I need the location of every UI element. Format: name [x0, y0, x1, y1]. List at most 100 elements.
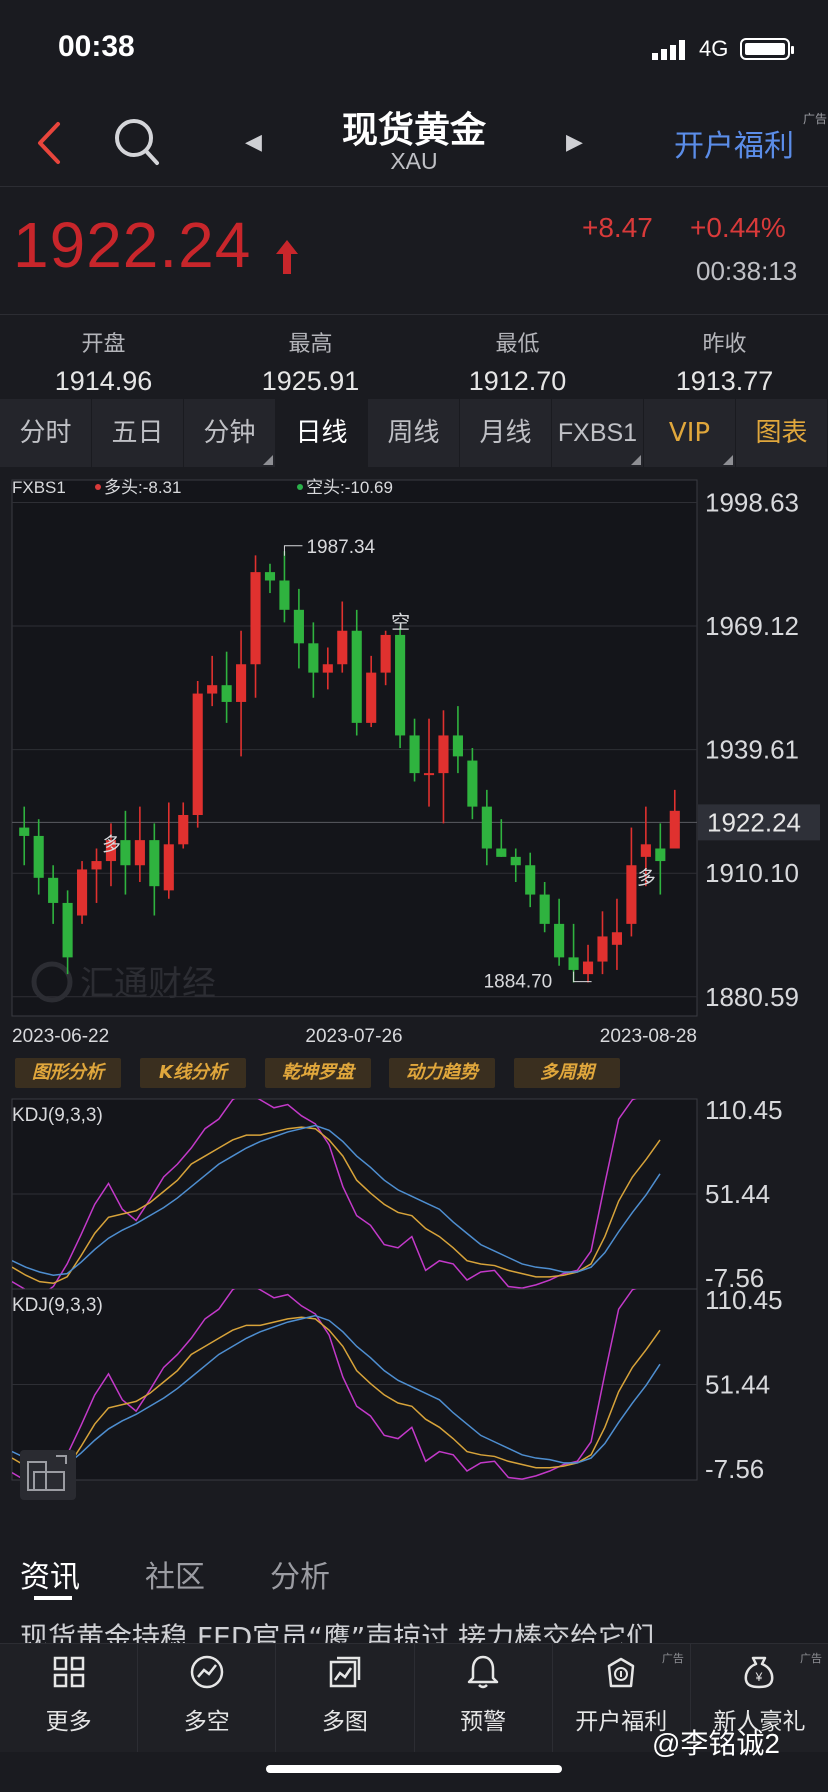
- candle-body: [134, 840, 145, 866]
- y-tick-label: -7.56: [705, 1454, 764, 1484]
- tab-chart[interactable]: 图表: [736, 399, 828, 467]
- tab-five-day[interactable]: 五日: [92, 399, 184, 467]
- candle-body: [496, 848, 507, 857]
- ad-tag: 广告: [800, 1652, 823, 1665]
- candle-body: [48, 877, 59, 903]
- candle-body: [395, 634, 406, 736]
- tab-fxbs1[interactable]: FXBS1: [552, 399, 644, 467]
- candle-body: [33, 835, 44, 878]
- candle-body: [409, 735, 420, 774]
- x-tick-label: 2023-07-26: [305, 1026, 402, 1047]
- kdj-panel-2: 110.45 51.44 -7.56 KDJ(9,3,3): [11, 1285, 783, 1484]
- grid-icon: [53, 1656, 84, 1688]
- candle-body: [236, 664, 247, 702]
- candle-body: [380, 634, 391, 673]
- stat-value: 1913.77: [675, 366, 774, 396]
- current-price-label: 1922.24: [707, 807, 801, 837]
- dropdown-corner-icon: [263, 455, 273, 465]
- tab-news[interactable]: 资讯: [20, 1552, 80, 1596]
- candle-body: [62, 902, 73, 958]
- plot-frame: [11, 479, 698, 1017]
- price-change-pct: +0.44%: [690, 212, 786, 243]
- x-tick-label: 2023-08-28: [600, 1026, 697, 1047]
- candle-body: [192, 693, 203, 815]
- candle-body: [163, 844, 174, 891]
- multi-period-button[interactable]: 多周期: [514, 1058, 620, 1088]
- x-tick-label: 2023-06-22: [12, 1026, 109, 1047]
- home-indicator: [266, 1765, 562, 1773]
- compass-button[interactable]: 乾坤罗盘: [265, 1058, 371, 1088]
- user-watermark: @李铭诚2: [652, 1728, 780, 1759]
- candle-body: [178, 815, 189, 845]
- price-chart: 1998.63 1969.12 1939.61 1910.10 1880.59 1922.…: [11, 478, 820, 1047]
- tab-minute[interactable]: 分钟: [184, 399, 276, 467]
- candle-body: [568, 957, 579, 970]
- tab-label: 分钟: [203, 418, 256, 448]
- candle-body: [149, 840, 160, 887]
- candle-body: [525, 865, 536, 895]
- tab-community[interactable]: 社区: [145, 1552, 205, 1596]
- price-change: +8.47: [582, 212, 653, 243]
- network-label: 4G: [699, 36, 729, 61]
- alert-button[interactable]: 预警: [415, 1644, 553, 1752]
- open-account-link[interactable]: 开户福利: [674, 121, 794, 165]
- toolbar-label: 更多: [45, 1709, 92, 1735]
- tab-daily[interactable]: 日线: [276, 399, 368, 467]
- kline-analysis-button[interactable]: K线分析: [140, 1058, 246, 1088]
- candle-body: [120, 840, 131, 866]
- candle-body: [221, 685, 232, 702]
- multi-chart-button[interactable]: 多图: [276, 1644, 415, 1752]
- gift-bag-icon: [608, 1657, 635, 1688]
- long-short-button[interactable]: 多空: [138, 1644, 277, 1752]
- legend-entry: 空头:-10.69: [306, 478, 393, 497]
- up-arrow-icon: [276, 240, 298, 274]
- stat-label: 开盘: [81, 332, 126, 357]
- candle-body: [250, 572, 261, 665]
- signal-label: 空: [391, 611, 410, 633]
- stat-label: 最低: [495, 332, 540, 357]
- tab-analysis[interactable]: 分析: [270, 1552, 330, 1596]
- signal-label: 多: [102, 833, 121, 855]
- toolbar-label: 多空: [183, 1709, 230, 1735]
- candle-body: [337, 630, 348, 665]
- chart-area[interactable]: 1998.63 1969.12 1939.61 1910.10 1880.59 1922.…: [0, 467, 828, 1542]
- candle-body: [626, 865, 637, 924]
- tab-vip[interactable]: VIP: [644, 399, 736, 467]
- candle-body: [91, 861, 102, 870]
- battery-icon: [740, 38, 794, 60]
- low-annotation-label: 1884.70: [484, 972, 553, 993]
- stat-value: 1912.70: [468, 366, 567, 396]
- kdj-panel-1: 110.4551.44-7.56KDJ(9,3,3): [11, 1095, 783, 1293]
- multi-chart-icon: [329, 1656, 361, 1688]
- candle-body: [264, 572, 276, 581]
- indicator-label: FXBS1: [12, 478, 66, 497]
- bell-icon: [467, 1655, 499, 1689]
- legend-dot: [95, 484, 101, 490]
- chart-watermark: 汇通财经: [80, 965, 216, 1003]
- candle-body: [19, 827, 30, 836]
- y-tick-label: 1939.61: [705, 735, 799, 765]
- landscape-toggle-icon[interactable]: [20, 1450, 76, 1500]
- pattern-analysis-button[interactable]: 图形分析: [15, 1058, 121, 1088]
- money-bag-icon: ¥: [745, 1656, 774, 1689]
- stat-label: 最高: [288, 332, 333, 357]
- candle-body: [554, 923, 565, 958]
- svg-text:¥: ¥: [755, 1670, 763, 1684]
- tab-label: FXBS1: [557, 419, 638, 447]
- tab-monthly[interactable]: 月线: [460, 399, 552, 467]
- tab-weekly[interactable]: 周线: [368, 399, 460, 467]
- tab-intraday[interactable]: 分时: [0, 399, 92, 467]
- status-time: 00:38: [58, 30, 135, 63]
- last-price: 1922.24: [13, 209, 252, 281]
- y-tick-label: 1998.63: [705, 487, 799, 517]
- candle-body: [582, 961, 594, 975]
- more-button[interactable]: 更多: [0, 1644, 139, 1752]
- candle-body: [669, 810, 680, 849]
- candle-body: [322, 664, 333, 673]
- momentum-button[interactable]: 动力趋势: [389, 1058, 495, 1088]
- y-tick-label: 1880.59: [705, 982, 799, 1012]
- legend-dot: [297, 484, 303, 490]
- y-tick-label: 51.44: [705, 1179, 770, 1209]
- candle-body: [597, 936, 608, 962]
- candle-body: [611, 932, 623, 945]
